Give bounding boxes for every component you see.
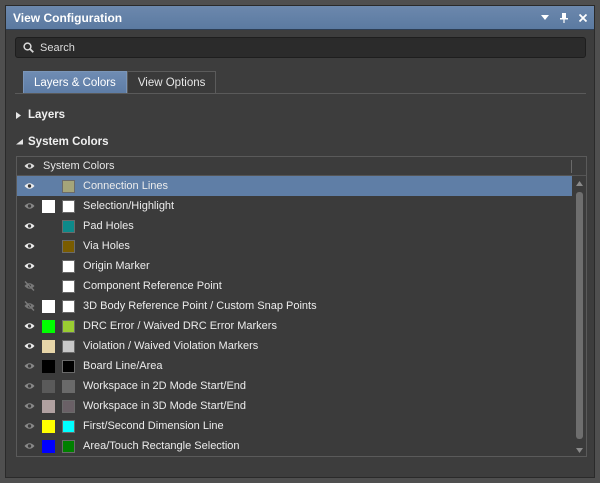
section-system-colors[interactable]: System Colors — [16, 136, 109, 148]
tab-divider — [15, 93, 586, 94]
row-label: Area/Touch Rectangle Selection — [83, 440, 240, 452]
row-label: Selection/Highlight — [83, 200, 175, 212]
row-label: First/Second Dimension Line — [83, 420, 224, 432]
table-row[interactable]: Selection/Highlight — [17, 196, 572, 216]
color-swatch-primary — [42, 180, 55, 193]
row-label: Component Reference Point — [83, 280, 222, 292]
table-row[interactable]: Board Line/Area — [17, 356, 572, 376]
color-swatch-secondary[interactable] — [62, 199, 75, 213]
eye-hidden-icon[interactable] — [17, 301, 42, 311]
color-swatch-secondary[interactable] — [62, 259, 75, 273]
color-swatch-primary[interactable] — [42, 199, 55, 213]
color-swatch-primary[interactable] — [42, 299, 55, 313]
eye-dim-icon[interactable] — [17, 382, 42, 390]
scroll-up-icon[interactable] — [573, 177, 586, 189]
color-swatch-primary[interactable] — [42, 439, 55, 453]
eye-icon[interactable] — [17, 342, 42, 350]
color-swatch-secondary[interactable] — [62, 379, 75, 393]
table-row[interactable]: Workspace in 3D Mode Start/End — [17, 396, 572, 416]
eye-dim-icon[interactable] — [17, 202, 42, 210]
eye-dim-icon[interactable] — [17, 362, 42, 370]
row-label: 3D Body Reference Point / Custom Snap Po… — [83, 300, 317, 312]
color-swatch-secondary[interactable] — [62, 439, 75, 453]
eye-icon[interactable] — [17, 222, 42, 230]
search-icon — [23, 42, 34, 53]
color-swatch-primary — [42, 240, 55, 253]
row-label: Violation / Waived Violation Markers — [83, 340, 259, 352]
color-swatch-secondary[interactable] — [62, 219, 75, 233]
color-swatch-secondary[interactable] — [62, 339, 75, 353]
table-row[interactable]: 3D Body Reference Point / Custom Snap Po… — [17, 296, 572, 316]
color-swatch-secondary[interactable] — [62, 399, 75, 413]
table-row[interactable]: Connection Lines — [17, 176, 572, 196]
tab-bar: Layers & Colors View Options — [23, 71, 217, 94]
table-row[interactable]: Via Holes — [17, 236, 572, 256]
color-swatch-primary — [42, 260, 55, 273]
color-swatch-primary[interactable] — [42, 379, 55, 393]
collapsed-arrow-icon — [16, 111, 24, 119]
search-input[interactable] — [40, 41, 585, 54]
color-swatch-secondary[interactable] — [62, 419, 75, 433]
color-swatch-primary[interactable] — [42, 399, 55, 413]
view-configuration-panel: View Configuration Layers & Colors View … — [5, 5, 595, 478]
table-row[interactable]: Workspace in 2D Mode Start/End — [17, 376, 572, 396]
row-label: Via Holes — [83, 240, 130, 252]
eye-icon[interactable] — [17, 242, 42, 250]
color-swatch-secondary[interactable] — [62, 359, 75, 373]
color-swatch-primary[interactable] — [42, 339, 55, 353]
section-layers[interactable]: Layers — [16, 109, 65, 121]
scrollbar-thumb[interactable] — [576, 192, 583, 439]
table-row[interactable]: DRC Error / Waived DRC Error Markers — [17, 316, 572, 336]
table-row[interactable]: Area/Touch Rectangle Selection — [17, 436, 572, 456]
eye-dim-icon[interactable] — [17, 402, 42, 410]
row-label: Workspace in 3D Mode Start/End — [83, 400, 247, 412]
pin-icon[interactable] — [556, 10, 572, 26]
panel-title: View Configuration — [13, 10, 123, 25]
search-box[interactable] — [15, 37, 586, 58]
eye-icon[interactable] — [17, 262, 42, 270]
table-row[interactable]: Origin Marker — [17, 256, 572, 276]
column-separator — [571, 159, 572, 173]
color-swatch-primary — [42, 280, 55, 293]
color-swatch-secondary[interactable] — [62, 179, 75, 193]
color-swatch-secondary[interactable] — [62, 279, 75, 293]
eye-icon[interactable] — [17, 162, 42, 170]
dropdown-icon[interactable] — [537, 10, 553, 26]
expanded-arrow-icon — [16, 139, 24, 145]
section-system-colors-label: System Colors — [28, 136, 109, 148]
row-label: Workspace in 2D Mode Start/End — [83, 380, 247, 392]
close-icon[interactable] — [575, 10, 591, 26]
eye-dim-icon[interactable] — [17, 422, 42, 430]
eye-icon[interactable] — [17, 322, 42, 330]
tab-layers-colors[interactable]: Layers & Colors — [23, 71, 127, 94]
grid-header-label: System Colors — [43, 160, 115, 172]
color-swatch-primary[interactable] — [42, 419, 55, 433]
system-colors-grid: System Colors Connection Lines Selection/… — [16, 156, 587, 457]
eye-hidden-icon[interactable] — [17, 281, 42, 291]
panel-titlebar[interactable]: View Configuration — [6, 6, 594, 30]
vertical-scrollbar[interactable] — [573, 177, 586, 456]
table-row[interactable]: Violation / Waived Violation Markers — [17, 336, 572, 356]
table-row[interactable]: Pad Holes — [17, 216, 572, 236]
grid-rows: Connection Lines Selection/Highlight Pad H… — [17, 176, 572, 456]
table-row[interactable]: Component Reference Point — [17, 276, 572, 296]
section-layers-label: Layers — [28, 109, 66, 121]
color-swatch-secondary[interactable] — [62, 239, 75, 253]
table-row[interactable]: First/Second Dimension Line — [17, 416, 572, 436]
eye-dim-icon[interactable] — [17, 442, 42, 450]
color-swatch-secondary[interactable] — [62, 299, 75, 313]
grid-header: System Colors — [17, 157, 586, 176]
row-label: Connection Lines — [83, 180, 169, 192]
row-label: Board Line/Area — [83, 360, 163, 372]
tab-view-options[interactable]: View Options — [126, 71, 217, 94]
row-label: Pad Holes — [83, 220, 134, 232]
color-swatch-primary[interactable] — [42, 359, 55, 373]
row-label: DRC Error / Waived DRC Error Markers — [83, 320, 277, 332]
color-swatch-primary[interactable] — [42, 319, 55, 333]
eye-icon[interactable] — [17, 182, 42, 190]
color-swatch-primary — [42, 220, 55, 233]
scroll-down-icon[interactable] — [573, 444, 586, 456]
color-swatch-secondary[interactable] — [62, 319, 75, 333]
row-label: Origin Marker — [83, 260, 150, 272]
